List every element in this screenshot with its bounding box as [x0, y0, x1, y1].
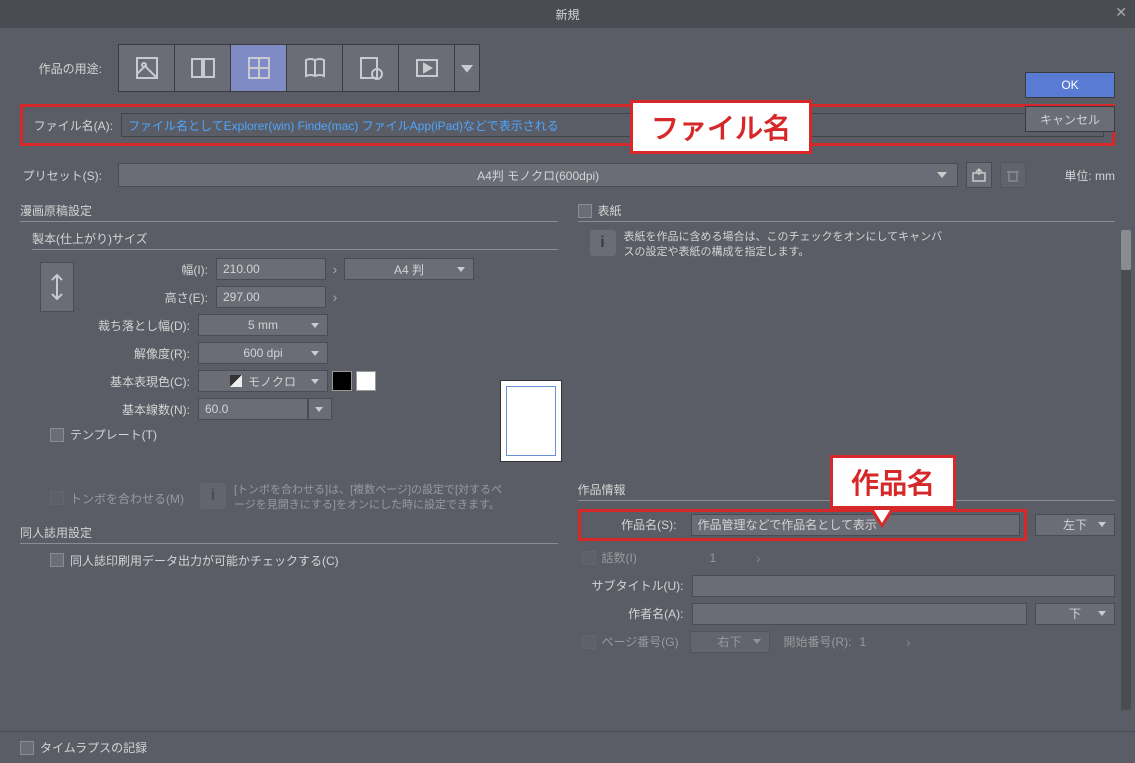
height-input[interactable] — [216, 286, 326, 308]
lines-label: 基本線数(N): — [20, 401, 198, 418]
color-label: 基本表現色(C): — [20, 373, 198, 390]
width-input[interactable] — [216, 258, 326, 280]
episodes-checkbox — [582, 551, 596, 565]
resolution-select[interactable]: 600 dpi — [198, 342, 328, 364]
manga-legend: 漫画原稿設定 — [20, 202, 558, 222]
pagenum-checkbox — [582, 635, 596, 649]
binding-legend: 製本(仕上がり)サイズ — [32, 230, 558, 250]
cover-info-text: 表紙を作品に含める場合は、このチェックをオンにしてキャンバスの設定や表紙の構成を… — [624, 230, 944, 261]
tombo-checkbox — [50, 491, 64, 505]
color-select[interactable]: モノクロ — [198, 370, 328, 392]
annotation-filename: ファイル名 — [630, 100, 812, 154]
width-label: 幅(I): — [86, 261, 216, 278]
usage-illustration[interactable] — [119, 45, 175, 91]
scrollbar-vertical[interactable] — [1121, 230, 1131, 710]
doujin-legend: 同人誌用設定 — [20, 524, 558, 544]
workname-label: 作品名(S): — [585, 516, 685, 533]
author-pos-select[interactable]: 下 — [1035, 603, 1115, 625]
width-stepper[interactable]: › — [326, 258, 344, 280]
episodes-label: 話数(I) — [596, 549, 690, 566]
height-stepper[interactable]: › — [326, 286, 344, 308]
titlebar: 新規 ✕ — [0, 0, 1135, 28]
lines-dropdown[interactable] — [308, 398, 332, 420]
save-preset-button[interactable] — [966, 162, 992, 188]
cover-legend: 表紙 — [578, 202, 1116, 222]
bleed-select[interactable]: 5 mm — [198, 314, 328, 336]
dialog-title: 新規 — [555, 6, 579, 23]
mono-icon — [230, 375, 242, 387]
preset-select[interactable]: A4判 モノクロ(600dpi) — [118, 163, 958, 187]
author-label: 作者名(A): — [578, 605, 692, 622]
resolution-label: 解像度(R): — [20, 345, 198, 362]
timelapse-checkbox[interactable] — [20, 741, 34, 755]
annotation-workname: 作品名 — [830, 455, 956, 509]
episodes-stepper: › — [750, 547, 768, 569]
startnum-stepper: › — [900, 631, 918, 653]
tombo-label: トンボを合わせる(M) — [70, 490, 184, 507]
close-icon[interactable]: ✕ — [1115, 4, 1127, 21]
workname-input[interactable] — [691, 514, 1021, 536]
orientation-toggle[interactable] — [40, 262, 74, 312]
delete-preset-button — [1000, 162, 1026, 188]
pagenum-pos-select: 右下 — [690, 631, 770, 653]
preset-label: プリセット(S): — [20, 167, 110, 184]
filename-label: ファイル名(A): — [31, 117, 121, 134]
usage-dropdown-arrow[interactable] — [455, 45, 479, 91]
doujin-checkbox[interactable] — [50, 553, 64, 567]
usage-book[interactable] — [287, 45, 343, 91]
usage-doublepage[interactable] — [175, 45, 231, 91]
pagesize-select[interactable]: A4 判 — [344, 258, 474, 280]
startnum-value: 1 — [860, 635, 900, 649]
bleed-label: 裁ち落とし幅(D): — [20, 317, 198, 334]
timelapse-label: タイムラプスの記録 — [40, 739, 147, 756]
height-label: 高さ(E): — [86, 289, 216, 306]
startnum-label: 開始番号(R): — [770, 633, 860, 650]
filename-row-highlight: ファイル名(A): — [20, 104, 1115, 146]
template-label: テンプレート(T) — [70, 426, 157, 443]
template-checkbox[interactable] — [50, 428, 64, 442]
author-input[interactable] — [692, 603, 1028, 625]
subtitle-input[interactable] — [692, 575, 1116, 597]
episodes-value: 1 — [690, 551, 750, 565]
lines-input[interactable] — [198, 398, 308, 420]
doujin-check-label: 同人誌印刷用データ出力が可能かチェックする(C) — [70, 552, 339, 569]
filename-input[interactable] — [121, 113, 1104, 137]
pagenum-label: ページ番号(G) — [596, 633, 690, 650]
usage-label: 作品の用途: — [20, 60, 110, 77]
ok-button[interactable]: OK — [1025, 72, 1115, 98]
workname-pos-select[interactable]: 左下 — [1035, 514, 1115, 536]
usage-button-group — [118, 44, 480, 92]
scrollbar-thumb[interactable] — [1121, 230, 1131, 270]
unit-label: 単位: mm — [1034, 167, 1115, 184]
page-preview-thumb — [500, 380, 562, 462]
usage-pagesettings[interactable] — [343, 45, 399, 91]
info-icon: i — [200, 483, 226, 509]
black-swatch[interactable] — [332, 371, 352, 391]
cancel-button[interactable]: キャンセル — [1025, 106, 1115, 132]
usage-animation[interactable] — [399, 45, 455, 91]
usage-comic[interactable] — [231, 45, 287, 91]
tombo-info-text: [トンボを合わせる]は、[複数ページ]の設定で[対するページを見開きにする]をオ… — [234, 483, 504, 514]
info-icon: i — [590, 230, 616, 256]
subtitle-label: サブタイトル(U): — [578, 577, 692, 594]
workname-highlight: 作品名(S): — [578, 509, 1028, 541]
white-swatch[interactable] — [356, 371, 376, 391]
cover-checkbox[interactable] — [578, 204, 592, 218]
annotation-callout-tail — [870, 510, 894, 528]
